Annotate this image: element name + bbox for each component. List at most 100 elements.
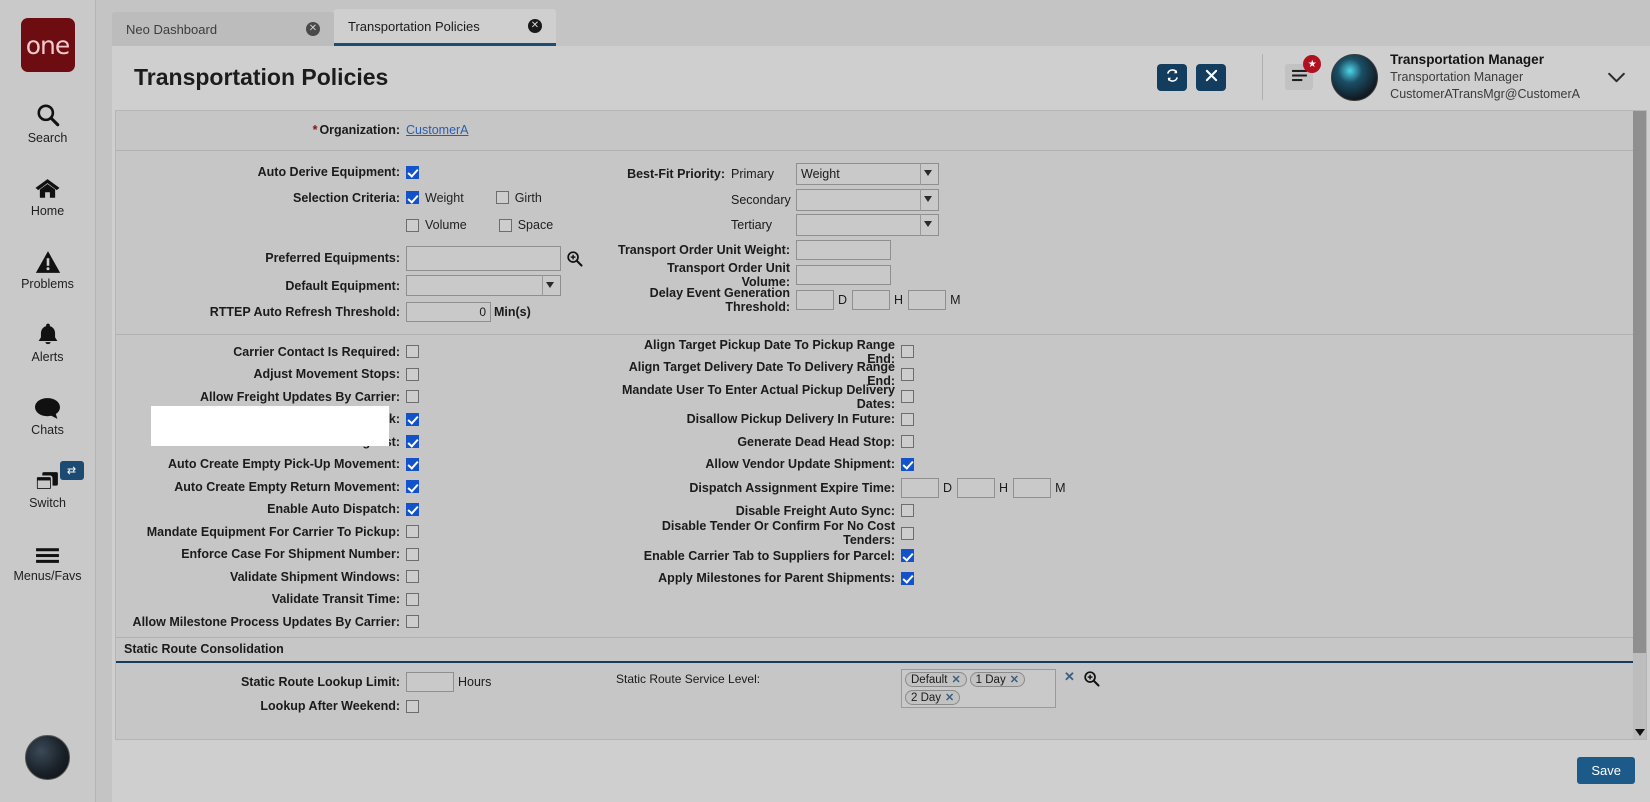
flag-checkbox-enable-carrier-tab-to-suppliers-for-parcel[interactable] bbox=[901, 549, 914, 562]
auto-derive-equipment-checkbox[interactable] bbox=[406, 166, 419, 179]
flag-row: Mandate User To Enter Actual Pickup Deli… bbox=[616, 386, 1646, 409]
tertiary-label: Tertiary bbox=[731, 218, 796, 232]
flag-checkbox-generate-dead-head-stop[interactable] bbox=[901, 435, 914, 448]
dispatch-expire-hours-input[interactable] bbox=[957, 478, 995, 498]
flag-checkbox-enable-auto-dispatch[interactable] bbox=[406, 503, 419, 516]
rail-avatar[interactable] bbox=[25, 735, 70, 780]
left-nav-rail: one Search Home Problems Alerts Chats bbox=[0, 0, 96, 802]
static-route-right-column: Static Route Service Level: Default✕ 1 D… bbox=[516, 669, 1646, 718]
sidebar-item-label: Alerts bbox=[32, 350, 64, 364]
delay-event-minutes-input[interactable] bbox=[908, 290, 946, 310]
selection-criteria-volume-label: Volume bbox=[425, 218, 467, 232]
flag-checkbox-allow-freight-updates-by-carrier[interactable] bbox=[406, 390, 419, 403]
dispatch-expire-hours-unit: H bbox=[999, 481, 1008, 495]
sidebar-item-chats[interactable]: Chats bbox=[0, 390, 96, 437]
flag-checkbox-auto-create-container-packing-list[interactable] bbox=[406, 435, 419, 448]
user-menu-chevron-down-icon[interactable] bbox=[1596, 57, 1636, 97]
transport-order-unit-weight-input[interactable] bbox=[796, 240, 891, 260]
flag-checkbox-enforce-case-for-shipment-number[interactable] bbox=[406, 548, 419, 561]
flag-checkbox-carrier-contact-is-required[interactable] bbox=[406, 345, 419, 358]
refresh-button[interactable] bbox=[1157, 64, 1187, 91]
save-button[interactable]: Save bbox=[1577, 757, 1635, 784]
chip-remove-icon[interactable]: ✕ bbox=[1010, 673, 1019, 686]
flag-checkbox-disable-tender-or-confirm-no-cost-tenders[interactable] bbox=[901, 527, 914, 540]
tab-neo-dashboard[interactable]: Neo Dashboard ✕ bbox=[112, 12, 334, 46]
selection-criteria-volume-checkbox[interactable] bbox=[406, 219, 419, 232]
tab-close-icon[interactable]: ✕ bbox=[528, 19, 542, 33]
delay-event-days-input[interactable] bbox=[796, 290, 834, 310]
flag-checkbox-validate-transit-time[interactable] bbox=[406, 593, 419, 606]
flag-checkbox-disable-freight-auto-sync[interactable] bbox=[901, 504, 914, 517]
close-page-button[interactable] bbox=[1196, 64, 1226, 91]
flag-checkbox-disallow-pickup-delivery-in-future[interactable] bbox=[901, 413, 914, 426]
default-equipment-select[interactable] bbox=[406, 275, 561, 296]
flag-label: Enforce Case For Shipment Number: bbox=[116, 547, 406, 561]
organization-value-link[interactable]: CustomerA bbox=[406, 123, 469, 137]
tab-transportation-policies[interactable]: Transportation Policies ✕ bbox=[334, 9, 556, 46]
lookup-after-weekend-row: Lookup After Weekend: bbox=[116, 694, 516, 718]
flag-row: Generate Dead Head Stop: bbox=[616, 431, 1646, 454]
selection-criteria-weight-checkbox[interactable] bbox=[406, 191, 419, 204]
static-route-lookup-limit-input[interactable] bbox=[406, 672, 454, 692]
best-fit-secondary-select[interactable] bbox=[796, 189, 939, 211]
flag-row: Validate Transit Time: bbox=[116, 588, 516, 611]
chip[interactable]: Default✕ bbox=[905, 672, 967, 687]
flag-checkbox-align-target-pickup-date[interactable] bbox=[901, 345, 914, 358]
flag-checkbox-align-target-delivery-date[interactable] bbox=[901, 368, 914, 381]
chip-remove-icon[interactable]: ✕ bbox=[945, 691, 954, 704]
flag-row: Allow Milestone Process Updates By Carri… bbox=[116, 611, 516, 634]
static-route-service-level-chipbox[interactable]: Default✕ 1 Day✕ 2 Day✕ bbox=[901, 669, 1056, 708]
chip-remove-icon[interactable]: ✕ bbox=[951, 673, 960, 686]
flag-checkbox-mandate-user-actual-pickup-delivery-dates[interactable] bbox=[901, 390, 914, 403]
tab-close-icon[interactable]: ✕ bbox=[306, 22, 320, 36]
service-level-magnifier-plus-icon[interactable] bbox=[1083, 670, 1100, 687]
delay-event-days-unit: D bbox=[838, 293, 847, 307]
flag-checkbox-adjust-movement-stops[interactable] bbox=[406, 368, 419, 381]
scrollbar-thumb[interactable] bbox=[1633, 111, 1646, 653]
flag-checkbox-validate-shipment-windows[interactable] bbox=[406, 570, 419, 583]
switch-toggle-badge-icon[interactable]: ⇄ bbox=[60, 461, 84, 480]
default-equipment-select-wrap bbox=[406, 275, 561, 296]
flag-label: Auto Create Empty Return Movement: bbox=[116, 480, 406, 494]
transport-order-unit-volume-input[interactable] bbox=[796, 265, 891, 285]
scroll-down-arrow-icon[interactable] bbox=[1633, 725, 1646, 739]
policy-form-card: *Organization: CustomerA Auto Derive Equ… bbox=[115, 110, 1647, 740]
flag-row-highlighted: Auto Create Empty Return Movement: bbox=[116, 476, 516, 499]
selection-criteria-space-checkbox[interactable] bbox=[499, 219, 512, 232]
flag-checkbox-auto-create-empty-return-movement[interactable] bbox=[406, 480, 419, 493]
chip[interactable]: 1 Day✕ bbox=[970, 672, 1025, 687]
sidebar-item-search[interactable]: Search bbox=[0, 98, 96, 145]
dispatch-expire-days-input[interactable] bbox=[901, 478, 939, 498]
page-title: Transportation Policies bbox=[134, 64, 1148, 91]
flag-checkbox-allow-vendor-update-shipment[interactable] bbox=[901, 458, 914, 471]
form-vertical-scrollbar[interactable] bbox=[1633, 111, 1646, 739]
flag-checkbox-apply-milestones-for-parent-shipments[interactable] bbox=[901, 572, 914, 585]
rttep-input[interactable] bbox=[406, 302, 491, 322]
sidebar-item-menus-favs[interactable]: Menus/Favs bbox=[0, 536, 96, 583]
sidebar-item-home[interactable]: Home bbox=[0, 171, 96, 218]
delay-event-hours-input[interactable] bbox=[852, 290, 890, 310]
sidebar-item-alerts[interactable]: Alerts bbox=[0, 317, 96, 364]
flag-checkbox-allow-milestone-process-updates-by-carrier[interactable] bbox=[406, 615, 419, 628]
flag-checkbox-auto-create-empty-pick-up-movement[interactable] bbox=[406, 458, 419, 471]
avatar[interactable] bbox=[1331, 54, 1378, 101]
best-fit-tertiary-select[interactable] bbox=[796, 214, 939, 236]
dispatch-expire-minutes-input[interactable] bbox=[1013, 478, 1051, 498]
service-level-clear-all-icon[interactable]: ✕ bbox=[1064, 669, 1075, 685]
windows-stack-icon bbox=[34, 463, 61, 493]
sidebar-item-problems[interactable]: Problems bbox=[0, 244, 96, 291]
selection-criteria-girth-checkbox[interactable] bbox=[496, 191, 509, 204]
flag-row: Validate Shipment Windows: bbox=[116, 566, 516, 589]
flag-checkbox-mandate-equipment-for-carrier-to-pickup[interactable] bbox=[406, 525, 419, 538]
organization-section: *Organization: CustomerA bbox=[116, 111, 1646, 151]
lookup-after-weekend-checkbox[interactable] bbox=[406, 700, 419, 713]
sidebar-item-label: Chats bbox=[31, 423, 64, 437]
sidebar-item-switch[interactable]: ⇄ Switch bbox=[0, 463, 96, 510]
notifications-menu-button[interactable]: ★ bbox=[1285, 64, 1313, 90]
flag-checkbox-disable-container-no-format-check[interactable] bbox=[406, 413, 419, 426]
static-route-consolidation-section: Static Route Consolidation Static Route … bbox=[116, 638, 1646, 739]
dispatch-expire-days-unit: D bbox=[943, 481, 952, 495]
chip[interactable]: 2 Day✕ bbox=[905, 690, 960, 705]
best-fit-primary-select[interactable]: Weight bbox=[796, 163, 939, 185]
flag-label: Carrier Contact Is Required: bbox=[116, 345, 406, 359]
